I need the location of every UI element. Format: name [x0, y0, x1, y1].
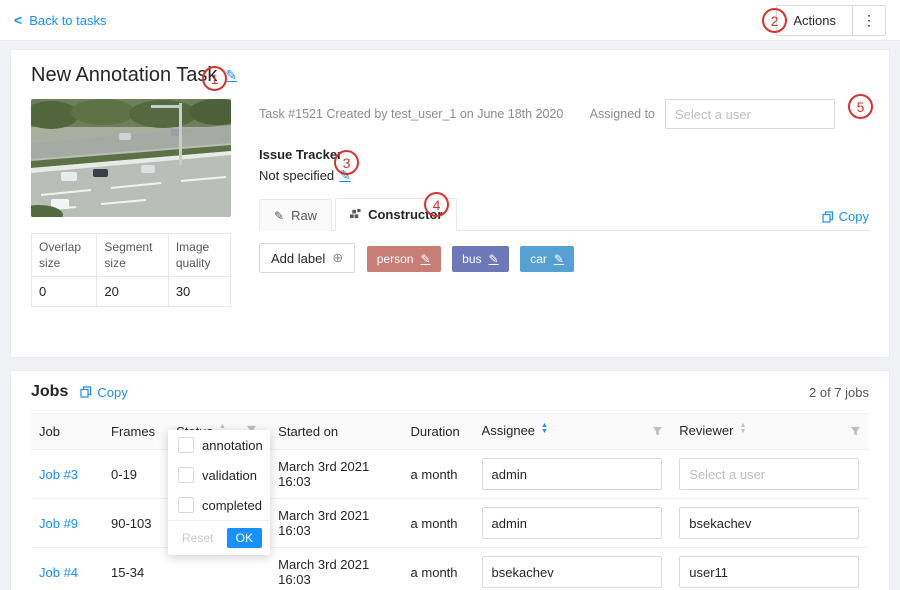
jobs-count: 2 of 7 jobs: [809, 385, 869, 400]
edit-label-icon[interactable]: ✎: [489, 252, 499, 266]
duration-cell: a month: [403, 450, 474, 499]
reviewer-input[interactable]: [679, 507, 859, 539]
table-row: Job #9 90-103 March 3rd 2021 16:03 a mon…: [31, 499, 869, 548]
labels-panel: Add label ⊕ person ✎ bus ✎ car ✎: [259, 231, 869, 339]
job-link[interactable]: Job #3: [39, 467, 78, 482]
page: < Back to tasks Actions ⋮ New Annotation…: [0, 0, 900, 590]
jobs-table-header-row: Job Frames Status▲▼ Started on Duration …: [31, 414, 869, 450]
reviewer-input[interactable]: [679, 556, 859, 588]
frames-cell: 0-19: [103, 450, 168, 499]
filter-ok-button[interactable]: OK: [227, 528, 262, 548]
copy-jobs-link[interactable]: Copy: [80, 385, 127, 400]
jobs-card: Jobs Copy 2 of 7 jobs Job Frames Status▲…: [10, 370, 890, 590]
assignee-input[interactable]: [482, 507, 662, 539]
assignee-input[interactable]: [482, 556, 662, 588]
sort-icon[interactable]: ▲▼: [739, 426, 746, 438]
vertical-dots-icon: ⋮: [862, 12, 876, 28]
filter-funnel-icon[interactable]: [850, 425, 861, 440]
page-title: New Annotation Task ✎: [31, 64, 869, 87]
image-quality-header: Image quality: [168, 234, 230, 277]
plus-circle-icon: ⊕: [332, 250, 343, 266]
issue-tracker-value: Not specified: [259, 168, 334, 183]
constructor-icon: [350, 208, 361, 222]
more-menu-button[interactable]: ⋮: [852, 5, 886, 36]
overlap-size-value: 0: [32, 277, 97, 307]
actions-group: Actions ⋮: [776, 5, 886, 36]
copy-labels-link[interactable]: Copy: [822, 209, 869, 230]
task-right-column: Task #1521 Created by test_user_1 on Jun…: [231, 99, 869, 339]
copy-icon: [822, 211, 834, 223]
table-row: Job #4 15-34 March 3rd 2021 16:03 a mont…: [31, 548, 869, 590]
segment-size-header: Segment size: [97, 234, 168, 277]
status-filter-dropdown: annotation validation completed Reset OK: [168, 430, 270, 555]
filter-reset-button[interactable]: Reset: [176, 530, 219, 546]
edit-label-icon[interactable]: ✎: [554, 252, 564, 266]
started-cell: March 3rd 2021 16:03: [270, 548, 402, 590]
edit-title-icon[interactable]: ✎: [225, 67, 237, 84]
annotation-circle-3: 3: [334, 150, 359, 175]
assigned-to-label: Assigned to: [590, 107, 655, 121]
jobs-title: Jobs: [31, 383, 68, 401]
table-row: Job #3 0-19 March 3rd 2021 16:03 a month: [31, 450, 869, 499]
annotation-circle-4: 4: [424, 192, 449, 217]
jobs-table: Job Frames Status▲▼ Started on Duration …: [31, 413, 869, 590]
checkbox-icon[interactable]: [178, 497, 194, 513]
filter-option-annotation[interactable]: annotation: [168, 430, 270, 460]
assigned-to-input[interactable]: [665, 99, 835, 129]
started-cell: March 3rd 2021 16:03: [270, 499, 402, 548]
task-preview-image: [31, 99, 231, 217]
copy-icon: [80, 386, 92, 398]
sort-icon-active[interactable]: ▲▼: [541, 426, 548, 438]
reviewer-input[interactable]: [679, 458, 859, 490]
label-tag-car[interactable]: car ✎: [520, 246, 574, 272]
column-started-on: Started on: [270, 414, 402, 450]
filter-option-completed[interactable]: completed: [168, 490, 270, 520]
job-link[interactable]: Job #9: [39, 516, 78, 531]
actions-button[interactable]: Actions: [776, 5, 853, 36]
segment-size-value: 20: [97, 277, 168, 307]
back-to-tasks-link[interactable]: < Back to tasks: [14, 12, 107, 28]
frames-cell: 15-34: [103, 548, 168, 590]
task-parameters-table: Overlap size Segment size Image quality …: [31, 233, 231, 307]
duration-cell: a month: [403, 548, 474, 590]
label-tag-bus[interactable]: bus ✎: [452, 246, 508, 272]
chevron-left-icon: <: [14, 12, 22, 28]
column-frames: Frames: [103, 414, 168, 450]
pencil-icon: ✎: [274, 209, 284, 223]
assignee-input[interactable]: [482, 458, 662, 490]
edit-label-icon[interactable]: ✎: [420, 252, 430, 266]
add-label-button[interactable]: Add label ⊕: [259, 243, 355, 273]
label-tag-person[interactable]: person ✎: [367, 246, 441, 272]
column-duration: Duration: [403, 414, 474, 450]
annotation-circle-5: 5: [848, 94, 873, 119]
task-card: New Annotation Task ✎: [10, 49, 890, 358]
overlap-size-header: Overlap size: [32, 234, 97, 277]
task-meta-text: Task #1521 Created by test_user_1 on Jun…: [259, 107, 563, 121]
job-link[interactable]: Job #4: [39, 565, 78, 580]
checkbox-icon[interactable]: [178, 467, 194, 483]
task-left-column: Overlap size Segment size Image quality …: [31, 99, 231, 339]
column-job: Job: [31, 414, 103, 450]
filter-option-validation[interactable]: validation: [168, 460, 270, 490]
started-cell: March 3rd 2021 16:03: [270, 450, 402, 499]
annotation-circle-2: 2: [762, 8, 787, 33]
duration-cell: a month: [403, 499, 474, 548]
column-reviewer[interactable]: Reviewer▲▼: [671, 414, 869, 450]
annotation-circle-1: 1: [202, 66, 227, 91]
checkbox-icon[interactable]: [178, 437, 194, 453]
task-title-text: New Annotation Task: [31, 64, 217, 87]
tab-raw[interactable]: ✎ Raw: [259, 199, 332, 231]
column-assignee[interactable]: Assignee▲▼: [474, 414, 672, 450]
labels-tabs: ✎ Raw Constructor Copy: [259, 198, 869, 231]
image-quality-value: 30: [168, 277, 230, 307]
back-to-tasks-label: Back to tasks: [29, 13, 106, 28]
filter-funnel-icon[interactable]: [652, 425, 663, 440]
assigned-to-group: Assigned to: [590, 99, 835, 129]
frames-cell: 90-103: [103, 499, 168, 548]
